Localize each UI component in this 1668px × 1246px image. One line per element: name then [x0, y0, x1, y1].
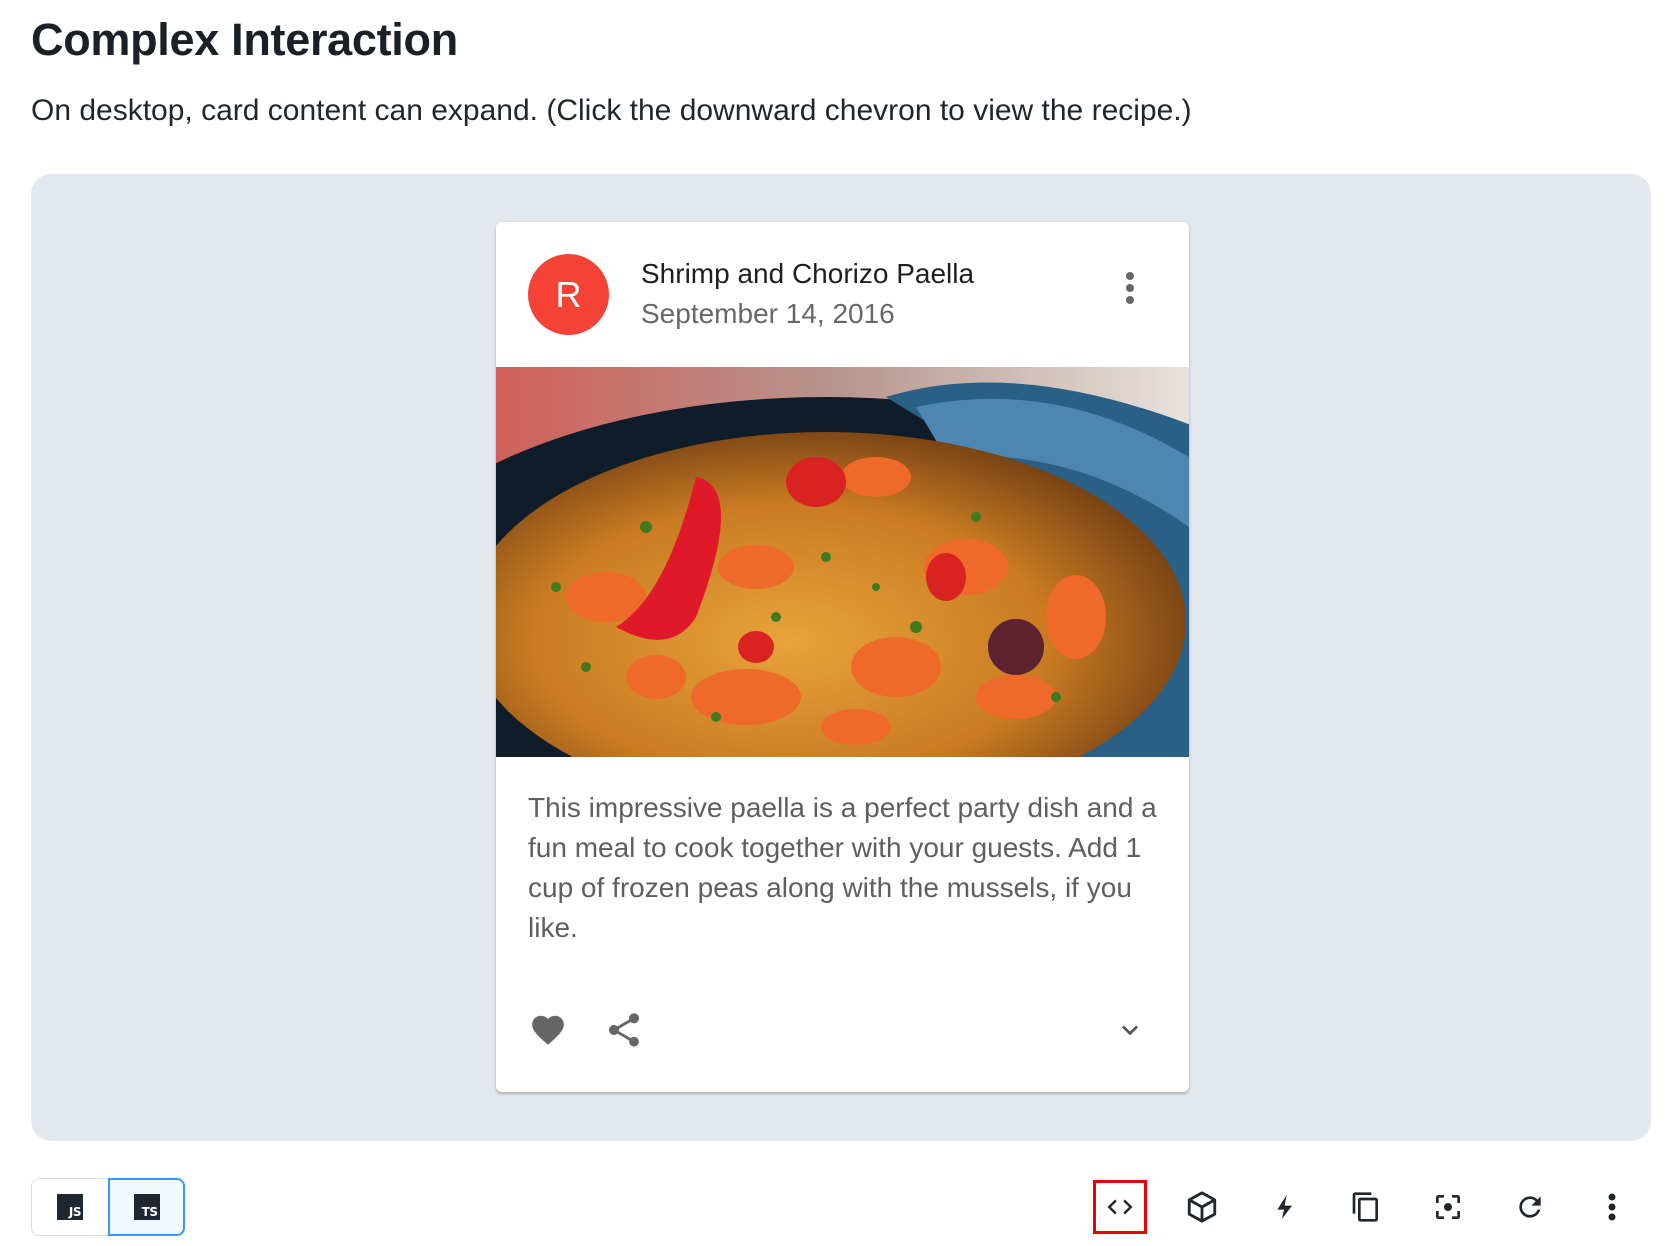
share-button[interactable]: [592, 998, 656, 1062]
reset-demo-button[interactable]: [1503, 1180, 1557, 1234]
card-actions: [496, 1002, 1189, 1082]
bolt-icon: [1277, 1195, 1292, 1219]
page: Complex Interaction On desktop, card con…: [0, 0, 1668, 1246]
focus-icon: [1436, 1195, 1460, 1219]
ts-icon: TS: [133, 1194, 160, 1220]
card-menu-button[interactable]: [1108, 266, 1152, 310]
card-media-image: [496, 367, 1189, 757]
refresh-icon: [1519, 1196, 1541, 1218]
demo-container: R Shrimp and Chorizo Paella September 14…: [31, 174, 1651, 1141]
card-subheader: September 14, 2016: [641, 298, 895, 329]
reset-focus-button[interactable]: [1421, 1180, 1475, 1234]
ts-toggle-button[interactable]: TS: [108, 1178, 185, 1236]
chevron-down-icon: [1122, 1025, 1138, 1036]
expand-button[interactable]: [1098, 998, 1162, 1062]
page-title: Complex Interaction: [31, 14, 458, 65]
more-vert-icon: [1126, 272, 1134, 304]
language-toggle: JS TS: [31, 1178, 185, 1236]
show-source-button[interactable]: [1093, 1180, 1147, 1234]
stackblitz-button[interactable]: [1257, 1180, 1311, 1234]
copy-icon: [1352, 1192, 1378, 1222]
page-description: On desktop, card content can expand. (Cl…: [31, 94, 1192, 127]
js-toggle-button[interactable]: JS: [31, 1178, 108, 1236]
heart-icon: [532, 1015, 564, 1045]
codesandbox-button[interactable]: [1175, 1180, 1229, 1234]
card-title: Shrimp and Chorizo Paella: [641, 258, 975, 289]
copy-source-button[interactable]: [1339, 1180, 1393, 1234]
card-body-text: This impressive paella is a perfect part…: [528, 792, 1157, 943]
recipe-card: R Shrimp and Chorizo Paella September 14…: [496, 222, 1189, 1092]
more-options-button[interactable]: [1585, 1180, 1639, 1234]
cube-icon: [1187, 1191, 1217, 1223]
favorite-button[interactable]: [516, 998, 580, 1062]
js-icon: JS: [57, 1194, 83, 1220]
code-icon: [1107, 1199, 1133, 1215]
more-vert-icon: [1608, 1193, 1616, 1221]
avatar: R: [528, 254, 609, 335]
share-icon: [609, 1013, 639, 1047]
